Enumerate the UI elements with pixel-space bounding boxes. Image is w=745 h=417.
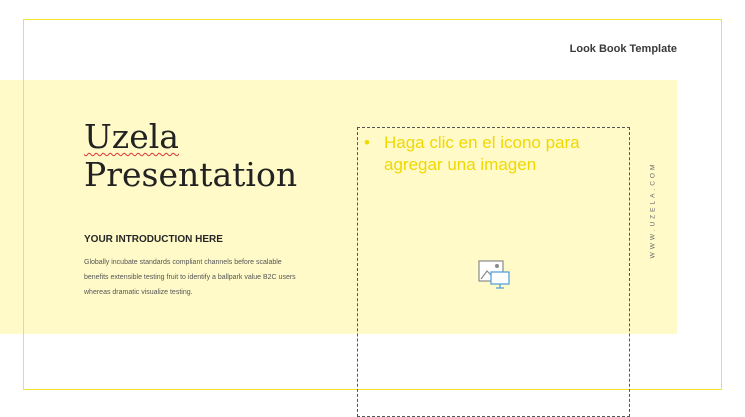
insert-picture-icon[interactable] <box>478 260 512 290</box>
slide-title[interactable]: Uzela Presentation <box>84 118 297 194</box>
intro-body-text[interactable]: Globally incubate standards compliant ch… <box>84 255 304 300</box>
placeholder-prompt: • Haga clic en el icono para agregar una… <box>364 132 626 176</box>
bullet-marker: • <box>364 133 370 152</box>
title-line-2: Presentation <box>84 155 298 194</box>
title-line-1: Uzela <box>84 117 179 156</box>
image-placeholder[interactable]: • Haga clic en el icono para agregar una… <box>357 127 630 417</box>
placeholder-text: Haga clic en el icono para agregar una i… <box>384 133 580 174</box>
website-vertical-text: WWW.UZELA.COM <box>646 152 660 267</box>
intro-heading[interactable]: YOUR INTRODUCTION HERE <box>84 234 223 245</box>
template-label: Look Book Template <box>569 43 677 55</box>
website-url: WWW.UZELA.COM <box>649 161 657 258</box>
